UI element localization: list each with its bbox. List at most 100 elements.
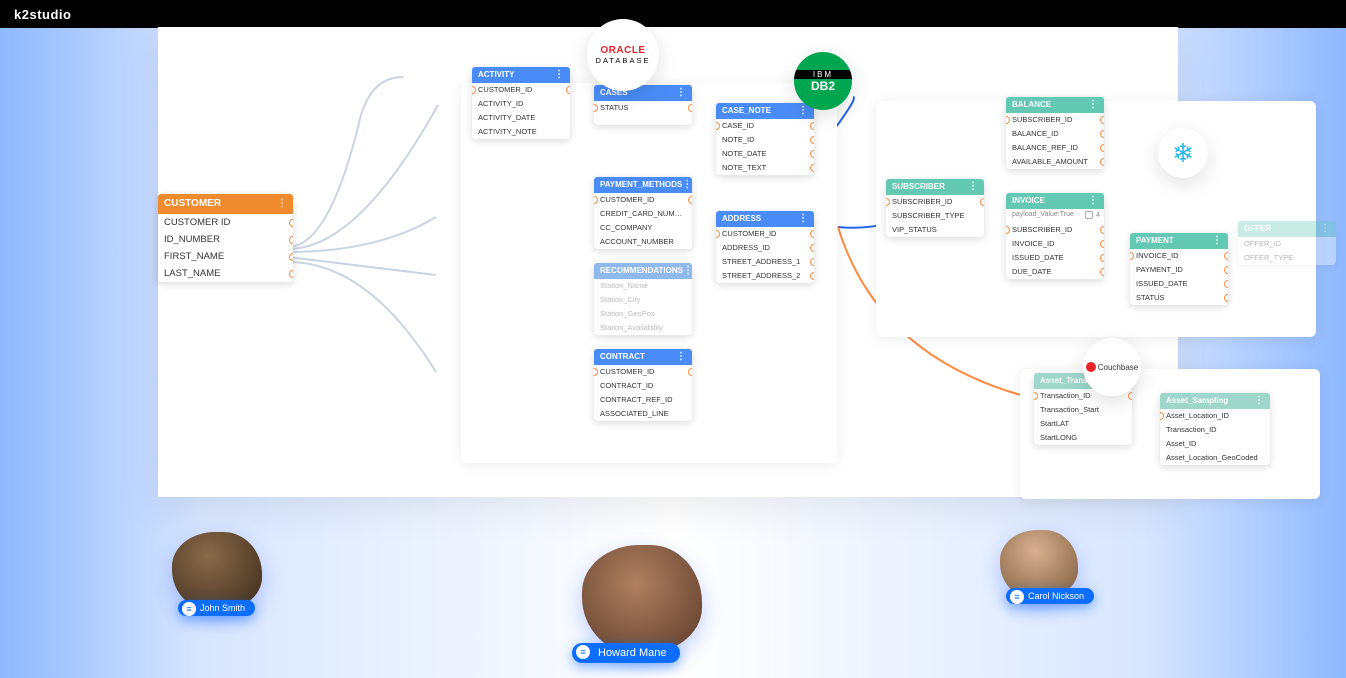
- field[interactable]: NOTE_TEXT: [716, 161, 814, 175]
- table-menu-icon[interactable]: ⋮: [1254, 393, 1264, 409]
- field[interactable]: StartLAT: [1034, 417, 1132, 431]
- table-menu-icon[interactable]: ⋮: [277, 194, 287, 214]
- field[interactable]: CC_COMPANY: [594, 221, 692, 235]
- table-case-note[interactable]: CASE_NOTE⋮ CASE_ID NOTE_ID NOTE_DATE NOT…: [716, 103, 814, 175]
- table-recommendations[interactable]: RECOMMENDATIONS⋮ Station_Name Station_Ci…: [594, 263, 692, 335]
- table-balance[interactable]: BALANCE⋮ SUBSCRIBER_ID BALANCE_ID BALANC…: [1006, 97, 1104, 169]
- table-offer[interactable]: OFFER⋮ OFFER_ID OFFER_TYPE: [1238, 221, 1336, 265]
- person-name-pill[interactable]: Carol Nickson: [1006, 588, 1094, 604]
- field[interactable]: BALANCE_REF_ID: [1006, 141, 1104, 155]
- field[interactable]: ACTIVITY_NOTE: [472, 125, 570, 139]
- table-menu-icon[interactable]: ⋮: [1088, 193, 1098, 209]
- table-payment[interactable]: PAYMENT⋮ INVOICE_ID PAYMENT_ID ISSUED_DA…: [1130, 233, 1228, 305]
- table-header[interactable]: ADDRESS⋮: [716, 211, 814, 227]
- field[interactable]: STREET_ADDRESS_1: [716, 255, 814, 269]
- table-subscriber[interactable]: SUBSCRIBER⋮ SUBSCRIBER_ID SUBSCRIBER_TYP…: [886, 179, 984, 237]
- field[interactable]: CREDIT_CARD_NUMBER: [594, 207, 692, 221]
- field[interactable]: Station_GeoPos: [594, 307, 692, 321]
- table-menu-icon[interactable]: ⋮: [798, 211, 808, 227]
- table-asset-sampling[interactable]: Asset_Sampling⋮ Asset_Location_ID Transa…: [1160, 393, 1270, 465]
- field[interactable]: NOTE_ID: [716, 133, 814, 147]
- field[interactable]: OFFER_TYPE: [1238, 251, 1336, 265]
- table-menu-icon[interactable]: ⋮: [1320, 221, 1330, 237]
- field[interactable]: ISSUED_DATE: [1130, 277, 1228, 291]
- field[interactable]: Asset_Location_ID: [1160, 409, 1270, 423]
- field[interactable]: Station_City: [594, 293, 692, 307]
- table-header[interactable]: INVOICE⋮: [1006, 193, 1104, 209]
- field[interactable]: ACCOUNT_NUMBER: [594, 235, 692, 249]
- table-header[interactable]: PAYMENT_METHODS⋮: [594, 177, 692, 193]
- field[interactable]: Asset_Location_GeoCoded: [1160, 451, 1270, 465]
- field[interactable]: Transaction_ID: [1160, 423, 1270, 437]
- field[interactable]: STATUS: [1130, 291, 1228, 305]
- field[interactable]: Station_Availability: [594, 321, 692, 335]
- field[interactable]: SUBSCRIBER_ID: [1006, 113, 1104, 127]
- field[interactable]: DUE_DATE: [1006, 265, 1104, 279]
- field[interactable]: FIRST_NAME: [158, 248, 293, 265]
- table-menu-icon[interactable]: ⋮: [1088, 97, 1098, 113]
- table-menu-icon[interactable]: ⋮: [676, 85, 686, 101]
- table-menu-icon[interactable]: ⋮: [683, 263, 693, 279]
- invoice-checkbox[interactable]: 4: [1085, 211, 1100, 219]
- table-header[interactable]: CONTRACT⋮: [594, 349, 692, 365]
- table-activity[interactable]: ACTIVITY⋮ CUSTOMER_ID ACTIVITY_ID ACTIVI…: [472, 67, 570, 139]
- field[interactable]: NOTE_DATE: [716, 147, 814, 161]
- field[interactable]: CUSTOMER_ID: [594, 365, 692, 379]
- field[interactable]: VIP_STATUS: [886, 223, 984, 237]
- field[interactable]: ADDRESS_ID: [716, 241, 814, 255]
- table-header[interactable]: PAYMENT⋮: [1130, 233, 1228, 249]
- field[interactable]: INVOICE_ID: [1130, 249, 1228, 263]
- table-invoice[interactable]: INVOICE⋮ payload_Value:True 4 SUBSCRIBER…: [1006, 193, 1104, 279]
- field[interactable]: LAST_NAME: [158, 265, 293, 282]
- field[interactable]: SUBSCRIBER_ID: [886, 195, 984, 209]
- field[interactable]: CASE_ID: [716, 119, 814, 133]
- field[interactable]: ISSUED_DATE: [1006, 251, 1104, 265]
- table-menu-icon[interactable]: ⋮: [554, 67, 564, 83]
- table-header[interactable]: CASE_NOTE⋮: [716, 103, 814, 119]
- field[interactable]: CUSTOMER_ID: [472, 83, 570, 97]
- table-contract[interactable]: CONTRACT⋮ CUSTOMER_ID CONTRACT_ID CONTRA…: [594, 349, 692, 421]
- table-cases[interactable]: CASES⋮ STATUS: [594, 85, 692, 125]
- table-header[interactable]: OFFER⋮: [1238, 221, 1336, 237]
- checkbox-icon[interactable]: [1085, 211, 1093, 219]
- field[interactable]: OFFER_ID: [1238, 237, 1336, 251]
- table-header[interactable]: RECOMMENDATIONS⋮: [594, 263, 692, 279]
- field[interactable]: ACTIVITY_DATE: [472, 111, 570, 125]
- field[interactable]: CUSTOMER_ID: [594, 193, 692, 207]
- field[interactable]: Asset_ID: [1160, 437, 1270, 451]
- field[interactable]: CONTRACT_ID: [594, 379, 692, 393]
- field[interactable]: Transaction_Start: [1034, 403, 1132, 417]
- field[interactable]: StartLONG: [1034, 431, 1132, 445]
- table-address[interactable]: ADDRESS⋮ CUSTOMER_ID ADDRESS_ID STREET_A…: [716, 211, 814, 283]
- field[interactable]: STREET_ADDRESS_2: [716, 269, 814, 283]
- table-header[interactable]: SUBSCRIBER⋮: [886, 179, 984, 195]
- field[interactable]: SUBSCRIBER_TYPE: [886, 209, 984, 223]
- table-menu-icon[interactable]: ⋮: [682, 177, 692, 193]
- table-header[interactable]: BALANCE⋮: [1006, 97, 1104, 113]
- table-menu-icon[interactable]: ⋮: [1212, 233, 1222, 249]
- field[interactable]: INVOICE_ID: [1006, 237, 1104, 251]
- table-header[interactable]: Asset_Sampling⋮: [1160, 393, 1270, 409]
- table-menu-icon[interactable]: ⋮: [676, 349, 686, 365]
- brand-badge-db2: IBM DB2: [794, 52, 852, 110]
- field[interactable]: PAYMENT_ID: [1130, 263, 1228, 277]
- field[interactable]: CUSTOMER_ID: [716, 227, 814, 241]
- table-menu-icon[interactable]: ⋮: [968, 179, 978, 195]
- field[interactable]: ID_NUMBER: [158, 231, 293, 248]
- field[interactable]: CONTRACT_REF_ID: [594, 393, 692, 407]
- field[interactable]: SUBSCRIBER_ID: [1006, 223, 1104, 237]
- person-name-pill[interactable]: John Smith: [178, 600, 255, 616]
- field[interactable]: CUSTOMER ID: [158, 214, 293, 231]
- field[interactable]: ACTIVITY_ID: [472, 97, 570, 111]
- table-header[interactable]: ACTIVITY⋮: [472, 67, 570, 83]
- person-name-pill[interactable]: Howard Mane: [572, 643, 680, 663]
- field[interactable]: STATUS: [594, 101, 692, 115]
- table-payment-methods[interactable]: PAYMENT_METHODS⋮ CUSTOMER_ID CREDIT_CARD…: [594, 177, 692, 249]
- field[interactable]: Station_Name: [594, 279, 692, 293]
- field[interactable]: ASSOCIATED_LINE: [594, 407, 692, 421]
- table-header[interactable]: CUSTOMER ⋮: [158, 194, 293, 214]
- field[interactable]: AVAILABLE_AMOUNT: [1006, 155, 1104, 169]
- table-customer[interactable]: CUSTOMER ⋮ CUSTOMER ID ID_NUMBER FIRST_N…: [158, 194, 293, 282]
- couchbase-icon: [1086, 362, 1096, 372]
- field[interactable]: BALANCE_ID: [1006, 127, 1104, 141]
